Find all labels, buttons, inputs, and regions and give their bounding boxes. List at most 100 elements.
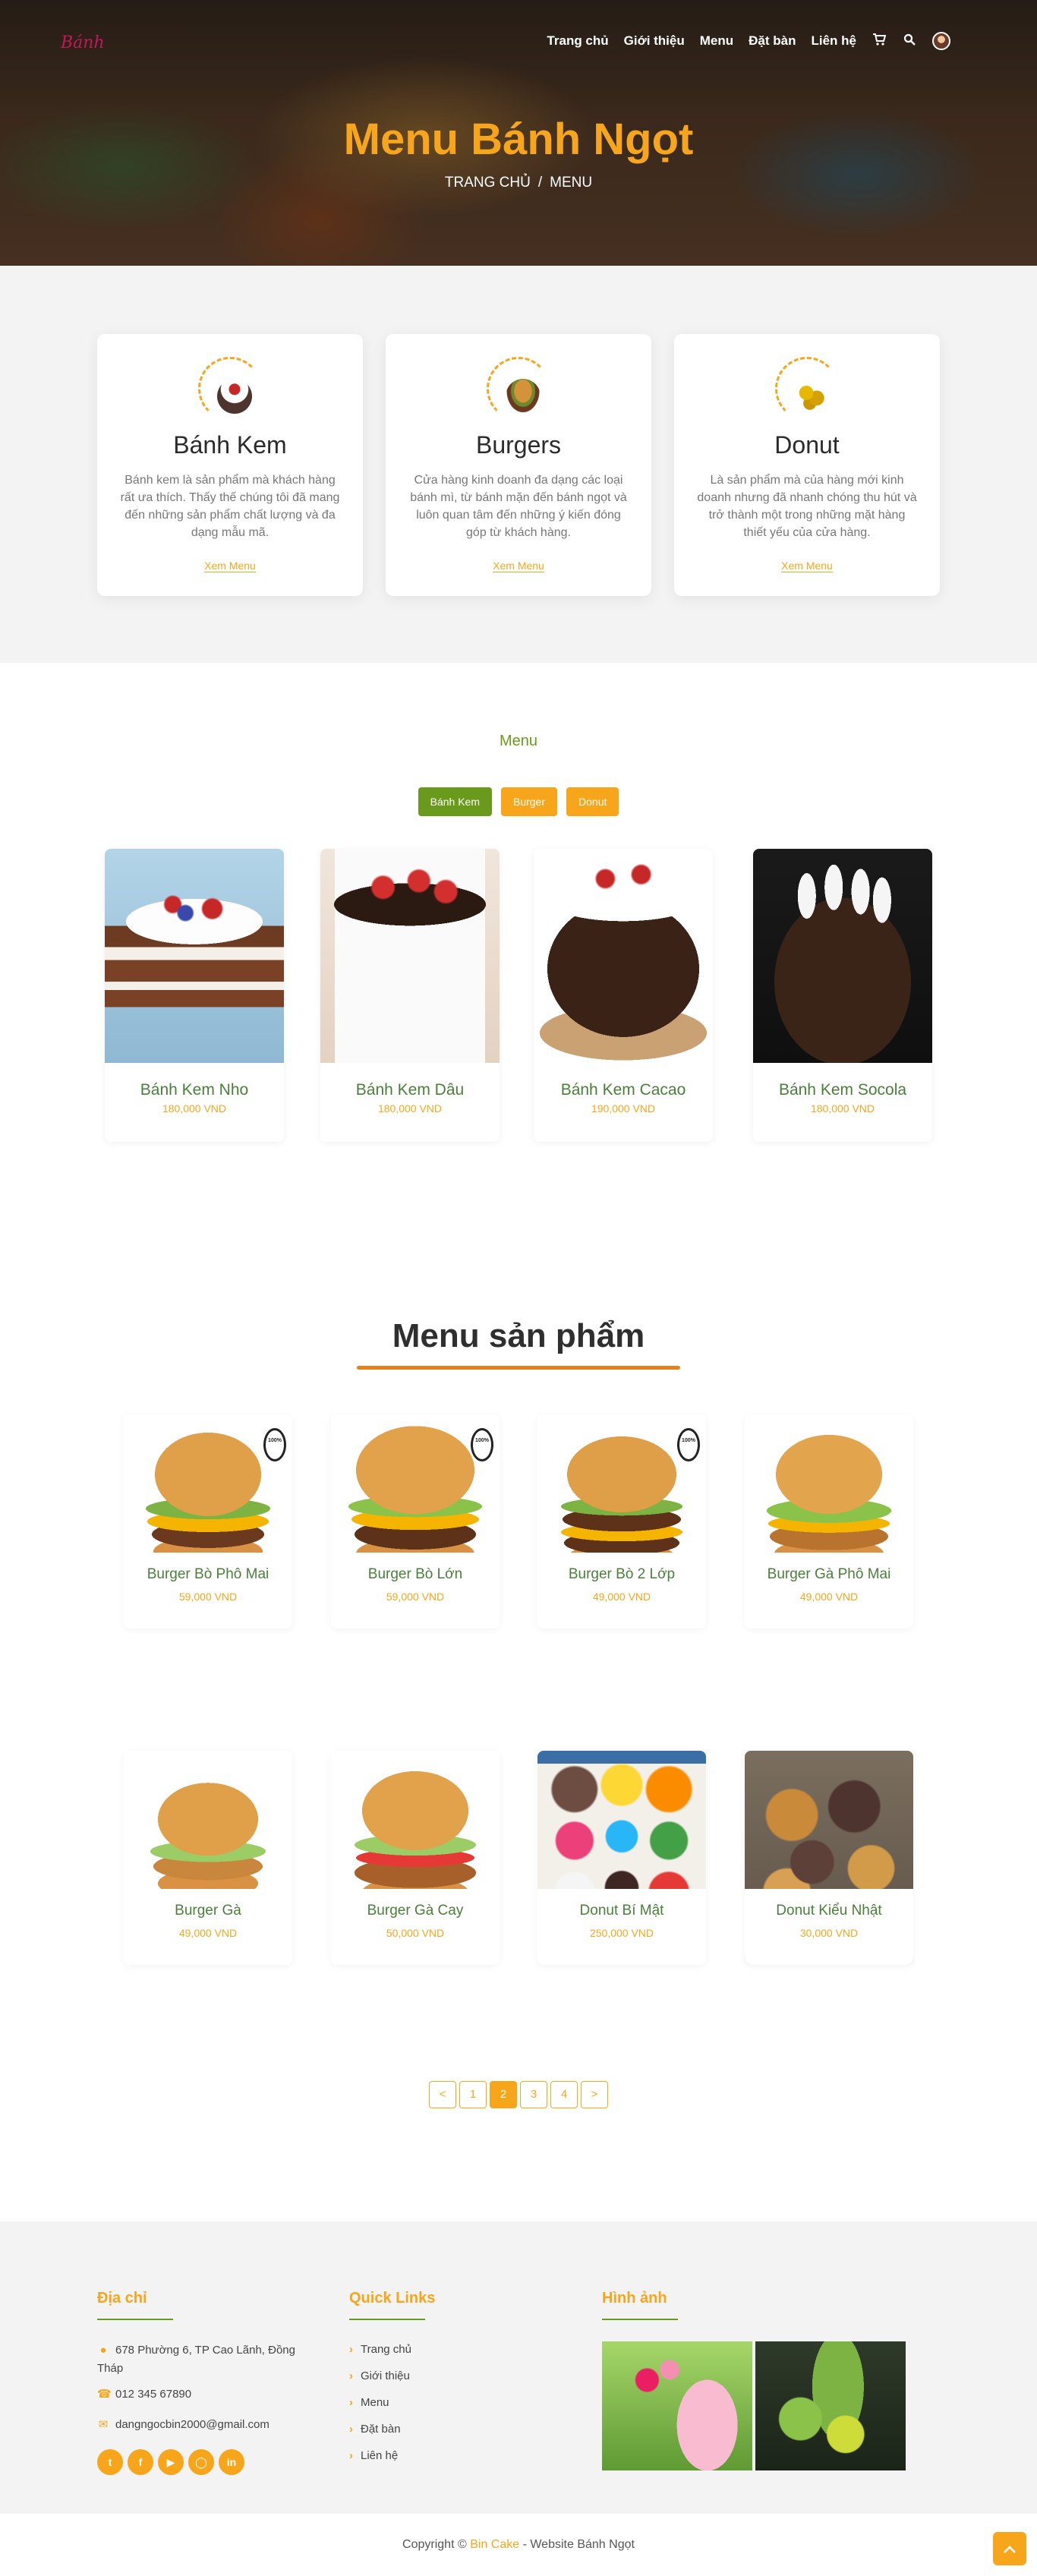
product-info: Burger Gà 49,000 VND <box>124 1889 292 1965</box>
footer-link-home[interactable]: › Trang chủ <box>349 2343 411 2356</box>
linkedin-icon[interactable]: in <box>219 2449 244 2475</box>
prev-page-button[interactable]: < <box>429 2081 456 2108</box>
product-card[interactable]: 100% Burger Bò Lớn 59,000 VND <box>331 1414 500 1629</box>
gallery-image[interactable] <box>602 2341 752 2470</box>
item-price: 180,000 VND <box>810 1102 875 1115</box>
footer: Địa chỉ ● 678 Phường 6, TP Cao Lãnh, Đồng… <box>0 2221 1037 2514</box>
quick-links-title: Quick Links <box>349 2290 436 2306</box>
title-underline <box>97 2319 173 2320</box>
product-price: 59,000 VND <box>178 1591 238 1603</box>
service-title: Donut <box>774 431 840 459</box>
product-name: Donut Kiểu Nhật <box>776 1903 882 1919</box>
menu-filter-section: Menu Bánh Kem Burger Donut Bánh Kem Nho … <box>0 663 1037 1263</box>
item-price: 180,000 VND <box>162 1102 227 1115</box>
product-info: Donut Bí Mật 250,000 VND <box>537 1889 706 1965</box>
product-name: Burger Gà <box>175 1903 241 1919</box>
phone-icon: ☎ <box>97 2388 112 2401</box>
breadcrumb-home[interactable]: TRANG CHỦ <box>445 175 531 191</box>
product-name: Burger Bò Phô Mai <box>147 1566 269 1582</box>
copyright-brand[interactable]: Bin Cake <box>470 2538 519 2551</box>
gallery-image[interactable] <box>755 2341 906 2470</box>
youtube-icon[interactable]: ▶ <box>158 2449 184 2475</box>
product-card[interactable]: 100% Burger Bò Phô Mai 59,000 VND <box>124 1414 292 1629</box>
product-name: Burger Gà Phô Mai <box>767 1566 891 1582</box>
product-card[interactable]: Burger Gà Phô Mai 49,000 VND <box>745 1414 913 1629</box>
nav-link-home[interactable]: Trang chủ <box>547 33 608 49</box>
view-menu-link[interactable]: Xem Menu <box>204 560 256 572</box>
user-avatar[interactable] <box>932 32 950 50</box>
page-button-2[interactable]: 2 <box>490 2081 517 2108</box>
filter-buttons: Bánh Kem Burger Donut <box>0 787 1037 816</box>
email-text[interactable]: dangngocbin2000@gmail.com <box>115 2418 269 2431</box>
cake-image <box>534 849 713 1063</box>
item-price: 190,000 VND <box>591 1102 656 1115</box>
product-card[interactable]: Donut Kiểu Nhật 30,000 VND <box>745 1751 913 1965</box>
facebook-icon[interactable]: f <box>128 2449 153 2475</box>
product-info: Burger Bò 2 Lớp 49,000 VND <box>537 1553 706 1629</box>
service-title: Bánh Kem <box>173 431 287 459</box>
nav-link-about[interactable]: Giới thiệu <box>624 33 685 49</box>
product-name: Burger Gà Cay <box>367 1903 464 1919</box>
footer-link-menu[interactable]: › Menu <box>349 2396 389 2409</box>
page-button-4[interactable]: 4 <box>550 2081 578 2108</box>
product-card[interactable]: Burger Gà 49,000 VND <box>124 1751 292 1965</box>
instagram-icon[interactable]: ◯ <box>188 2449 214 2475</box>
service-desc: Cửa hàng kinh doanh đa dạng các loại bán… <box>410 474 627 539</box>
product-card[interactable]: 100% Burger Bò 2 Lớp 49,000 VND <box>537 1414 706 1629</box>
breadcrumb-separator: / <box>537 175 543 191</box>
cart-icon[interactable] <box>872 33 887 49</box>
nav-link-menu[interactable]: Menu <box>700 33 733 49</box>
next-page-button[interactable]: > <box>581 2081 608 2108</box>
back-to-top-button[interactable] <box>993 2532 1026 2565</box>
address-text: 678 Phường 6, TP Cao Lãnh, Đồng Tháp <box>97 2344 295 2375</box>
twitter-icon[interactable]: t <box>97 2449 123 2475</box>
chevron-right-icon: › <box>349 2369 353 2382</box>
breadcrumb-current: MENU <box>550 175 593 191</box>
products-section: Menu sản phẩm 100% Burger Bò Phô Mai 59,… <box>0 1263 1037 2221</box>
product-info: Donut Kiểu Nhật 30,000 VND <box>745 1889 913 1965</box>
filter-cake[interactable]: Bánh Kem <box>418 787 492 816</box>
breadcrumb: TRANG CHỦ / MENU <box>0 175 1037 191</box>
page-button-3[interactable]: 3 <box>520 2081 547 2108</box>
product-name: Donut Bí Mật <box>579 1903 664 1919</box>
footer-link-about[interactable]: › Giới thiệu <box>349 2369 410 2382</box>
chevron-right-icon: › <box>349 2449 353 2462</box>
menu-item-card[interactable]: Bánh Kem Socola 180,000 VND <box>753 849 932 1142</box>
product-name: Burger Bò Lớn <box>367 1566 463 1582</box>
site-logo[interactable]: Bánh <box>61 33 105 52</box>
envelope-icon: ✉ <box>98 2418 109 2431</box>
view-menu-link[interactable]: Xem Menu <box>493 560 544 572</box>
search-icon[interactable] <box>902 33 917 49</box>
product-info: Burger Bò Lớn 59,000 VND <box>331 1553 500 1629</box>
product-card[interactable]: Burger Gà Cay 50,000 VND <box>331 1751 500 1965</box>
nav-links: Trang chủ Giới thiệu Menu Đặt bàn Liên h… <box>547 32 950 50</box>
halal-badge: 100% <box>677 1428 700 1461</box>
product-name: Burger Bò 2 Lớp <box>568 1566 676 1582</box>
product-price: 49,000 VND <box>799 1591 859 1603</box>
filter-donut[interactable]: Donut <box>566 787 619 816</box>
phone-line: ☎ 012 345 67890 <box>97 2385 191 2404</box>
service-card-cake: Bánh Kem Bánh kem là sản phẩm mà khách h… <box>97 334 363 596</box>
menu-item-card[interactable]: Bánh Kem Cacao 190,000 VND <box>534 849 713 1142</box>
nav-link-booking[interactable]: Đặt bàn <box>749 33 796 49</box>
menu-item-card[interactable]: Bánh Kem Nho 180,000 VND <box>105 849 284 1142</box>
footer-link-contact[interactable]: › Liên hệ <box>349 2449 398 2462</box>
filter-burger[interactable]: Burger <box>500 787 558 816</box>
cake-image <box>753 849 932 1063</box>
halal-badge: 100% <box>263 1428 286 1461</box>
nav-link-contact[interactable]: Liên hệ <box>811 33 856 49</box>
service-title: Burgers <box>475 431 562 459</box>
footer-link-booking[interactable]: › Đặt bàn <box>349 2423 401 2436</box>
item-name: Bánh Kem Cacao <box>560 1081 686 1099</box>
phone-text[interactable]: 012 345 67890 <box>115 2388 191 2401</box>
view-menu-link[interactable]: Xem Menu <box>781 560 833 572</box>
menu-item-card[interactable]: Bánh Kem Dâu 180,000 VND <box>320 849 500 1142</box>
product-info: Burger Bò Phô Mai 59,000 VND <box>124 1553 292 1629</box>
burger-icon <box>487 357 550 421</box>
service-card-donut: Donut Là sản phẩm mà của hàng mới kinh d… <box>674 334 940 596</box>
chevron-up-icon <box>1004 2546 1016 2553</box>
cake-image <box>105 849 284 1063</box>
page-button-1[interactable]: 1 <box>459 2081 487 2108</box>
product-card[interactable]: Donut Bí Mật 250,000 VND <box>537 1751 706 1965</box>
product-price: 59,000 VND <box>386 1591 445 1603</box>
